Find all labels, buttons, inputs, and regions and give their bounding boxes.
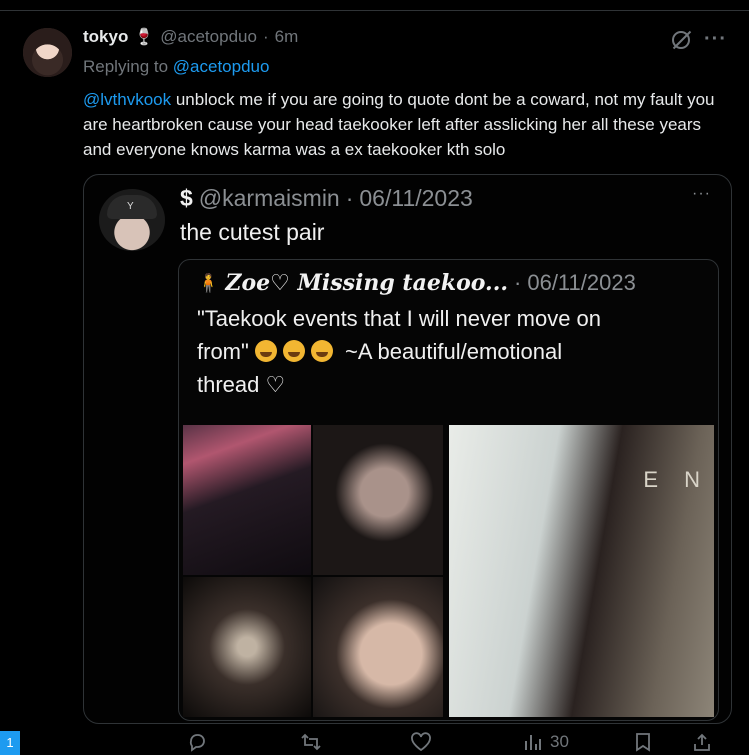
quote-avatar[interactable]: Y [99, 189, 165, 251]
crying-emoji-icon [254, 340, 277, 362]
views-button[interactable]: 30 [522, 732, 569, 752]
quote-author-handle[interactable]: @karmaismin [199, 185, 340, 212]
inner-quoted-tweet: 🧍 Zoe♡ Missing taekoo... · 06/11/2023 "T… [178, 259, 719, 721]
tweet-text: @lvthvkook unblock me if you are going t… [83, 87, 723, 162]
photo-2 [313, 425, 443, 575]
views-count: 30 [550, 732, 569, 751]
bookmark-icon[interactable] [634, 732, 652, 752]
quote-separator: · [345, 185, 354, 211]
heart-icon[interactable] [410, 732, 432, 752]
retweet-icon[interactable] [300, 732, 322, 752]
reply-icon[interactable] [187, 732, 207, 752]
tweet-body: unblock me if you are going to quote don… [83, 90, 715, 159]
quoted-tweet[interactable]: Y $ @karmaismin · 06/11/2023 ··· the cut… [83, 174, 732, 724]
inner-text-line3: thread ♡ [197, 372, 286, 397]
notification-badge[interactable]: 1 [0, 731, 20, 755]
inner-date: 06/11/2023 [527, 270, 636, 295]
inner-text-line2: from" ~A beautiful/emotional [197, 335, 697, 368]
tweet-time[interactable]: 6m [275, 27, 299, 47]
separator-dot: · [262, 27, 269, 46]
author-handle[interactable]: @acetopduo [160, 27, 257, 47]
person-emoji-icon: 🧍 [197, 272, 220, 293]
photo-5: E N [449, 425, 714, 717]
quote-more-icon: ··· [692, 185, 711, 202]
avatar[interactable] [23, 28, 72, 77]
tweet-header: tokyo 🍷 @acetopduo · 6m [83, 27, 298, 47]
more-icon[interactable]: ··· [704, 28, 727, 51]
inner-text-line2-pre: from" [197, 339, 249, 364]
inner-text-line2-post: ~A beautiful/emotional [338, 339, 563, 364]
share-icon[interactable] [692, 732, 712, 752]
quote-text: the cutest pair [180, 219, 325, 245]
quote-author-name[interactable]: $ [180, 185, 193, 212]
inner-header: 🧍 Zoe♡ Missing taekoo... · 06/11/2023 [197, 270, 636, 296]
photo-4 [313, 577, 443, 717]
quote-date: 06/11/2023 [359, 185, 473, 211]
photo-1 [183, 425, 311, 575]
top-divider [0, 0, 749, 11]
crying-emoji-icon [310, 340, 333, 362]
wine-glass-icon: 🍷 [134, 29, 155, 46]
author-name[interactable]: tokyo [83, 27, 128, 47]
header-actions: ··· [672, 28, 727, 51]
mention-link[interactable]: @lvthvkook [83, 90, 171, 109]
replying-handle-link[interactable]: @acetopduo [173, 57, 270, 76]
photo-letters: E N [643, 467, 710, 492]
crying-emoji-icon [282, 340, 305, 362]
quote-header: $ @karmaismin · 06/11/2023 [180, 185, 473, 212]
replying-to: Replying to @acetopduo [83, 57, 269, 77]
inner-text-line1: "Taekook events that I will never move o… [197, 306, 602, 331]
views-icon [525, 735, 541, 750]
inner-separator: · [514, 270, 522, 295]
inner-text: "Taekook events that I will never move o… [197, 302, 697, 401]
inner-author-name: Zoe♡ Missing taekoo... [225, 270, 509, 296]
action-bar: 30 [0, 730, 749, 755]
grok-icon[interactable] [672, 31, 690, 49]
photo-3 [183, 577, 311, 717]
replying-prefix: Replying to [83, 57, 169, 76]
